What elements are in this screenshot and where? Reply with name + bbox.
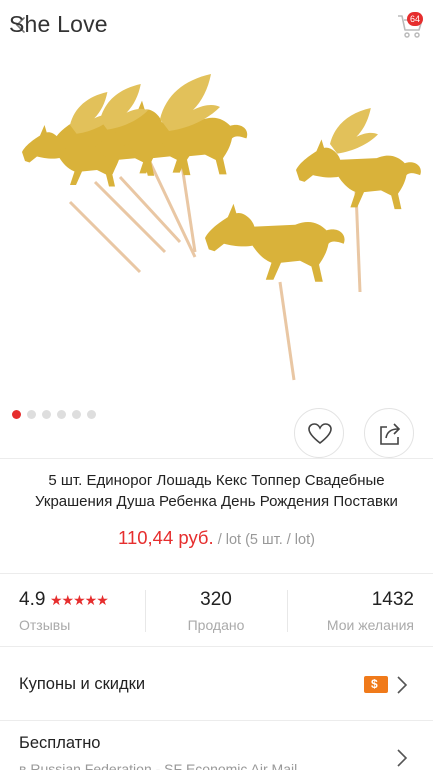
gallery-pagination [12,410,96,420]
chevron-right-icon [397,676,408,694]
divider [0,646,433,647]
product-image[interactable] [0,52,433,404]
sold-count: 320 [200,589,232,610]
gallery-dot[interactable] [42,410,51,419]
store-name[interactable]: She Love [9,11,108,38]
top-bar: She Love 64 [0,0,433,52]
price-line: 110,44 руб. / lot (5 шт. / lot) [0,527,433,549]
rating-stars[interactable]: ★★★★★ [50,592,109,609]
product-price: 110,44 руб. [118,527,214,548]
reviews-label[interactable]: Отзывы [19,617,70,633]
product-title: 5 шт. Единорог Лошадь Кекс Топпер Свадеб… [35,472,398,510]
coupon-icon: $ [364,676,388,693]
share-button[interactable] [364,408,414,458]
sold-label: Продано [187,617,245,633]
wishes-label: Мои желания [326,617,414,633]
gallery-dot[interactable] [27,410,36,419]
cart-count-badge: 64 [407,12,423,26]
chevron-right-icon [397,749,408,767]
heart-icon [308,423,332,445]
shipping-label: Бесплатно [19,734,101,752]
gallery-dot[interactable] [12,410,21,419]
shipping-detail: в Russian Federation - SF Economic Air M… [19,761,298,770]
divider [0,573,433,574]
price-unit: / lot (5 шт. / lot) [217,532,315,548]
share-icon [380,423,401,445]
wishes-count: 1432 [371,589,414,610]
gallery-dot[interactable] [57,410,66,419]
gallery-dot[interactable] [72,410,81,419]
stat-separator [287,590,288,632]
divider [0,458,433,459]
coupons-label: Купоны и скидки [19,675,146,693]
rating-value[interactable]: 4.9 [19,589,45,611]
divider [0,720,433,721]
wishlist-button[interactable] [294,408,344,458]
gallery-dot[interactable] [87,410,96,419]
